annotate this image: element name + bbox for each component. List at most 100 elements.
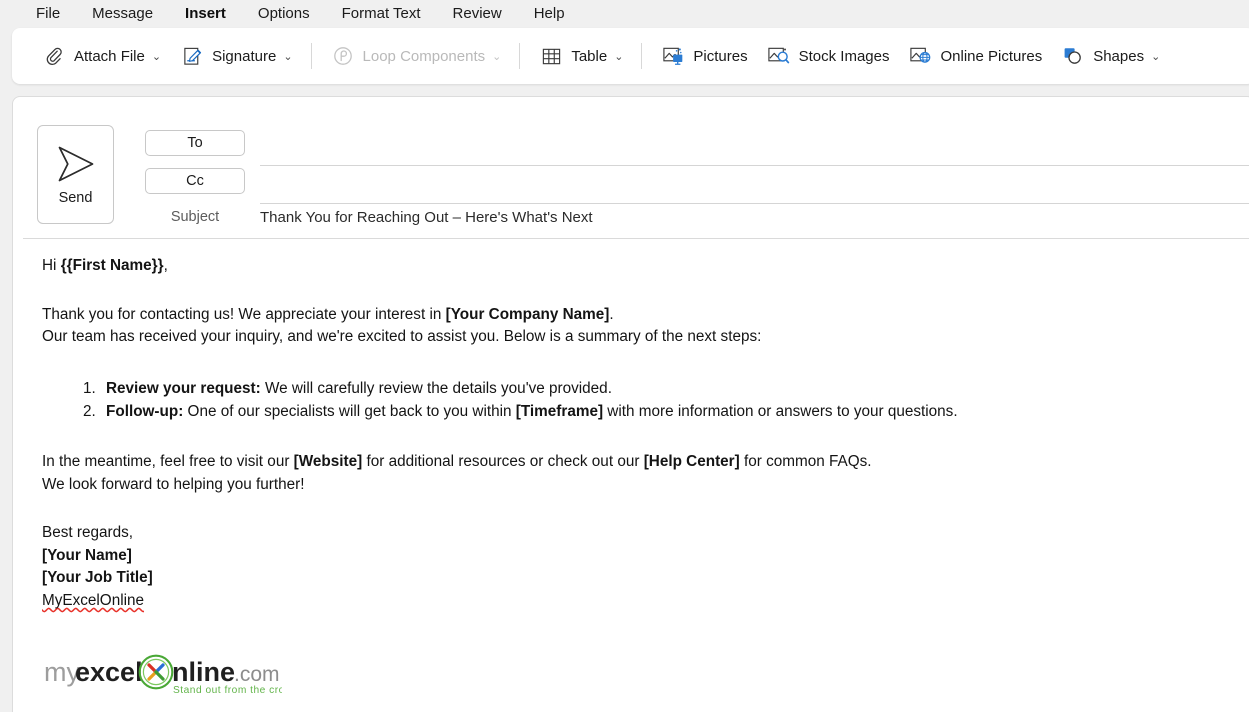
timeframe-placeholder: [Timeframe]: [515, 403, 604, 421]
step-2-bold-lead: Follow-up:: [106, 403, 184, 421]
stock-images-icon: [766, 44, 792, 68]
signature-company: MyExcelOnline: [42, 590, 1230, 613]
chevron-down-icon[interactable]: ⌄: [283, 51, 292, 63]
body-blank-line: [42, 278, 1230, 304]
compose-panel: Send To Cc Subject Thank You for Reachin…: [12, 96, 1249, 712]
paragraph-4: We look forward to helping you further!: [42, 475, 305, 493]
svg-text:Stand out from the crowd: Stand out from the crowd: [173, 685, 282, 696]
ribbon-divider: [641, 43, 643, 69]
signoff-line: Best regards,: [42, 524, 133, 542]
svg-text:nline: nline: [172, 657, 235, 687]
chevron-down-icon[interactable]: ⌄: [1151, 51, 1160, 63]
to-field-button[interactable]: To: [145, 130, 245, 156]
chevron-down-icon[interactable]: ⌄: [152, 51, 161, 63]
paragraph-1: Thank you for contacting us! We apprecia…: [42, 304, 1230, 327]
cc-recipients-input[interactable]: [260, 169, 1249, 203]
svg-text:excel: excel: [75, 657, 143, 687]
paragraph-3-part-c: for additional resources or check out ou…: [362, 452, 644, 470]
step-1-text: We will carefully review the details you…: [260, 379, 612, 397]
myexcelonline-logo-icon: my excel nline .com Stand out from the c…: [44, 654, 282, 696]
paragraph-1-part-c: .: [609, 305, 614, 323]
signature-name: [Your Name]: [42, 546, 132, 564]
ribbon-button-loop-components[interactable]: Loop Components ⌄: [321, 37, 511, 75]
ribbon-button-stock-images-label: Stock Images: [798, 47, 890, 65]
paragraph-1-part-a: Thank you for contacting us! We apprecia…: [42, 305, 446, 323]
paper-plane-icon: [58, 146, 93, 181]
svg-text:.com: .com: [234, 663, 280, 686]
to-recipients-input[interactable]: [260, 131, 1249, 165]
paragraph-3: In the meantime, feel free to visit our …: [42, 451, 1230, 474]
tab-review[interactable]: Review: [439, 3, 516, 25]
website-placeholder: [Website]: [293, 452, 363, 470]
signature-pen-icon: [179, 44, 205, 68]
send-button[interactable]: Send: [37, 125, 114, 224]
to-field-button-label: To: [187, 135, 203, 151]
body-blank-line: [42, 496, 1230, 522]
signature-logo: my excel nline .com Stand out from the c…: [42, 649, 1230, 699]
table-grid-icon: [538, 44, 564, 68]
greeting-suffix: ,: [163, 257, 168, 274]
signature-job-title: [Your Job Title]: [42, 569, 153, 587]
tab-insert[interactable]: Insert: [171, 3, 240, 30]
subject-input[interactable]: Thank You for Reaching Out – Here's What…: [260, 209, 1246, 226]
tab-message-label: Message: [92, 5, 154, 22]
online-pictures-icon: [907, 44, 933, 68]
body-blank-line: [42, 349, 1230, 375]
tab-help[interactable]: Help: [520, 3, 579, 25]
pictures-icon: [660, 44, 686, 68]
send-button-label: Send: [58, 189, 93, 206]
tab-format-text[interactable]: Format Text: [328, 3, 435, 25]
tab-insert-label: Insert: [185, 5, 226, 22]
outlook-compose-window: File Message Insert Options Format Text …: [0, 0, 1249, 712]
tab-options-label: Options: [257, 5, 310, 22]
cc-field-underline: [260, 203, 1249, 204]
tab-format-text-label: Format Text: [341, 5, 421, 22]
tab-message[interactable]: Message: [78, 3, 167, 25]
to-field-underline: [260, 165, 1249, 166]
ribbon-divider: [310, 43, 312, 69]
email-body-editor[interactable]: Hi {{First Name}}, Thank you for contact…: [13, 239, 1249, 712]
ribbon-button-stock-images[interactable]: Stock Images: [757, 37, 899, 75]
ribbon-tab-bar: File Message Insert Options Format Text …: [0, 0, 1249, 30]
paragraph-3-part-e: for common FAQs.: [739, 452, 872, 470]
ribbon-button-attach-file[interactable]: Attach File ⌄: [32, 37, 170, 75]
cc-field-button[interactable]: Cc: [145, 168, 245, 194]
tab-options[interactable]: Options: [244, 3, 324, 25]
ribbon-button-online-pictures-label: Online Pictures: [940, 47, 1043, 65]
cc-field-button-label: Cc: [186, 173, 204, 189]
misspelled-word: MyExcelOnline: [42, 591, 145, 609]
ribbon-button-online-pictures[interactable]: Online Pictures: [898, 37, 1051, 75]
tab-review-label: Review: [452, 5, 502, 22]
ribbon-button-shapes-label: Shapes: [1093, 47, 1145, 65]
chevron-down-icon[interactable]: ⌄: [492, 51, 501, 63]
paragraph-2: Our team has received your inquiry, and …: [42, 328, 762, 346]
compose-header: Send To Cc Subject Thank You for Reachin…: [13, 97, 1249, 239]
greeting-line: Hi {{First Name}},: [42, 255, 1230, 278]
list-item: Review your request: We will carefully r…: [100, 378, 1230, 401]
ribbon-button-signature-label: Signature: [212, 47, 277, 65]
ribbon-button-table-label: Table: [571, 47, 608, 65]
insert-ribbon: Attach File ⌄ Signature ⌄ Loop Component…: [12, 28, 1249, 84]
subject-label: Subject: [170, 209, 220, 225]
step-1-bold-lead: Review your request:: [106, 379, 261, 397]
loop-components-icon: [330, 44, 356, 68]
list-item: Follow-up: One of our specialists will g…: [100, 401, 1230, 424]
step-2-text-a: One of our specialists will get back to …: [183, 403, 516, 421]
chevron-down-icon[interactable]: ⌄: [614, 51, 623, 63]
ribbon-button-signature[interactable]: Signature ⌄: [170, 37, 301, 75]
help-center-placeholder: [Help Center]: [643, 452, 740, 470]
shapes-icon: [1060, 44, 1086, 68]
paperclip-icon: [41, 44, 67, 68]
ribbon-button-pictures-label: Pictures: [693, 47, 748, 65]
company-name-placeholder: [Your Company Name]: [445, 305, 610, 323]
tab-help-label: Help: [533, 5, 565, 22]
ribbon-divider: [519, 43, 521, 69]
tab-file[interactable]: File: [22, 3, 74, 25]
greeting-merge-field: {{First Name}}: [60, 257, 164, 274]
ribbon-button-pictures[interactable]: Pictures: [651, 37, 756, 75]
body-blank-line: [42, 425, 1230, 451]
ribbon-button-attach-file-label: Attach File: [74, 47, 145, 65]
ribbon-button-shapes[interactable]: Shapes ⌄: [1051, 37, 1169, 75]
ribbon-button-table[interactable]: Table ⌄: [529, 37, 632, 75]
tab-file-label: File: [36, 5, 61, 22]
